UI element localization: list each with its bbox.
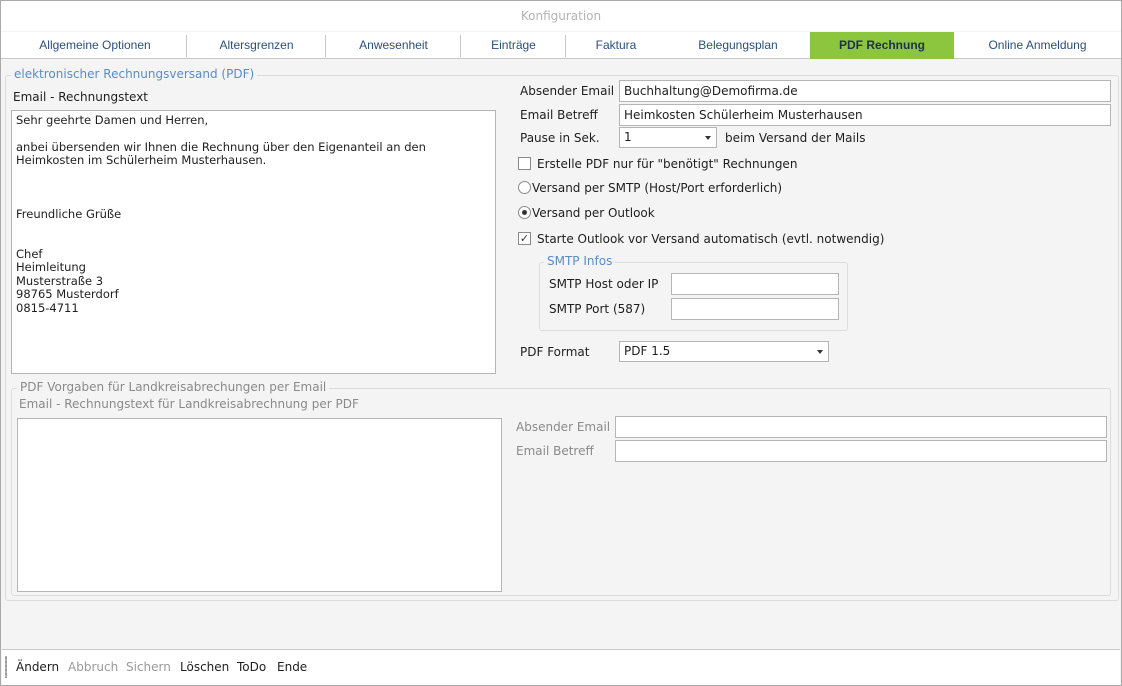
smtp-host-input[interactable] bbox=[671, 273, 839, 295]
outlook-radio-label: Versand per Outlook bbox=[532, 206, 655, 220]
pause-value: 1 bbox=[624, 130, 632, 144]
config-window: Konfiguration Allgemeine Optionen Alters… bbox=[0, 0, 1122, 686]
smtp-radio[interactable] bbox=[518, 181, 531, 194]
tab-bar: Allgemeine Optionen Altersgrenzen Anwese… bbox=[1, 32, 1121, 59]
chevron-down-icon bbox=[705, 136, 711, 140]
auto-outlook-check-icon: ✓ bbox=[519, 232, 530, 245]
tab-pdf-invoice[interactable]: PDF Rechnung bbox=[810, 32, 954, 59]
smtp-host-label: SMTP Host oder IP bbox=[549, 277, 659, 291]
delete-button[interactable]: Löschen bbox=[180, 660, 229, 674]
smtp-port-label: SMTP Port (587) bbox=[549, 302, 646, 316]
pdf-format-label: PDF Format bbox=[520, 345, 590, 359]
cancel-button[interactable]: Abbruch bbox=[68, 660, 118, 674]
district-email-text-label: Email - Rechnungstext für Landkreisabrec… bbox=[19, 397, 359, 411]
tab-attendance[interactable]: Anwesenheit bbox=[326, 32, 461, 59]
outlook-radio[interactable] bbox=[518, 206, 531, 219]
only-needed-checkbox[interactable] bbox=[518, 157, 531, 170]
tab-entries[interactable]: Einträge bbox=[461, 32, 566, 59]
pause-select[interactable]: 1 bbox=[619, 127, 717, 148]
chevron-down-icon bbox=[817, 350, 823, 354]
todo-button[interactable]: ToDo bbox=[237, 660, 266, 674]
auto-outlook-checkbox[interactable]: ✓ bbox=[518, 232, 531, 245]
email-text-label: Email - Rechnungstext bbox=[13, 90, 149, 104]
email-text-input[interactable]: Sehr geehrte Damen und Herren, anbei übe… bbox=[11, 110, 496, 374]
tab-online-registration[interactable]: Online Anmeldung bbox=[954, 32, 1121, 59]
end-button[interactable]: Ende bbox=[277, 660, 307, 674]
tab-billing[interactable]: Faktura bbox=[566, 32, 666, 59]
pdf-format-value: PDF 1.5 bbox=[624, 344, 671, 358]
only-needed-label: Erstelle PDF nur für "benötigt" Rechnung… bbox=[537, 157, 798, 171]
smtp-port-input[interactable] bbox=[671, 298, 839, 320]
district-subject-label: Email Betreff bbox=[516, 444, 594, 458]
window-title: Konfiguration bbox=[1, 1, 1121, 31]
grip-handle-icon[interactable] bbox=[5, 656, 7, 678]
district-subject-input[interactable] bbox=[615, 440, 1107, 462]
bottom-toolbar: Ändern Abbruch Sichern Löschen ToDo Ende bbox=[2, 649, 1120, 685]
outlook-radio-dot-icon bbox=[522, 210, 527, 215]
tab-age-limits[interactable]: Altersgrenzen bbox=[187, 32, 326, 59]
district-email-text-input[interactable] bbox=[17, 418, 502, 592]
pause-label: Pause in Sek. bbox=[520, 131, 600, 145]
save-button[interactable]: Sichern bbox=[126, 660, 171, 674]
sender-email-input[interactable] bbox=[619, 80, 1111, 102]
tab-occupancy-plan[interactable]: Belegungsplan bbox=[666, 32, 810, 59]
auto-outlook-label: Starte Outlook vor Versand automatisch (… bbox=[537, 232, 885, 246]
pdf-group-title: elektronischer Rechnungsversand (PDF) bbox=[11, 67, 258, 81]
district-sender-label: Absender Email bbox=[516, 420, 611, 434]
subject-label: Email Betreff bbox=[520, 108, 598, 122]
pdf-format-select[interactable]: PDF 1.5 bbox=[619, 341, 829, 362]
district-group-title: PDF Vorgaben für Landkreisabrechungen pe… bbox=[17, 380, 330, 394]
tab-general-options[interactable]: Allgemeine Optionen bbox=[3, 32, 187, 59]
smtp-group-title: SMTP Infos bbox=[544, 254, 616, 268]
sender-email-label: Absender Email bbox=[520, 84, 615, 98]
district-sender-input[interactable] bbox=[615, 416, 1107, 438]
pause-suffix: beim Versand der Mails bbox=[725, 131, 866, 145]
subject-input[interactable] bbox=[619, 104, 1111, 126]
smtp-radio-label: Versand per SMTP (Host/Port erforderlich… bbox=[532, 181, 783, 195]
change-button[interactable]: Ändern bbox=[16, 660, 59, 674]
